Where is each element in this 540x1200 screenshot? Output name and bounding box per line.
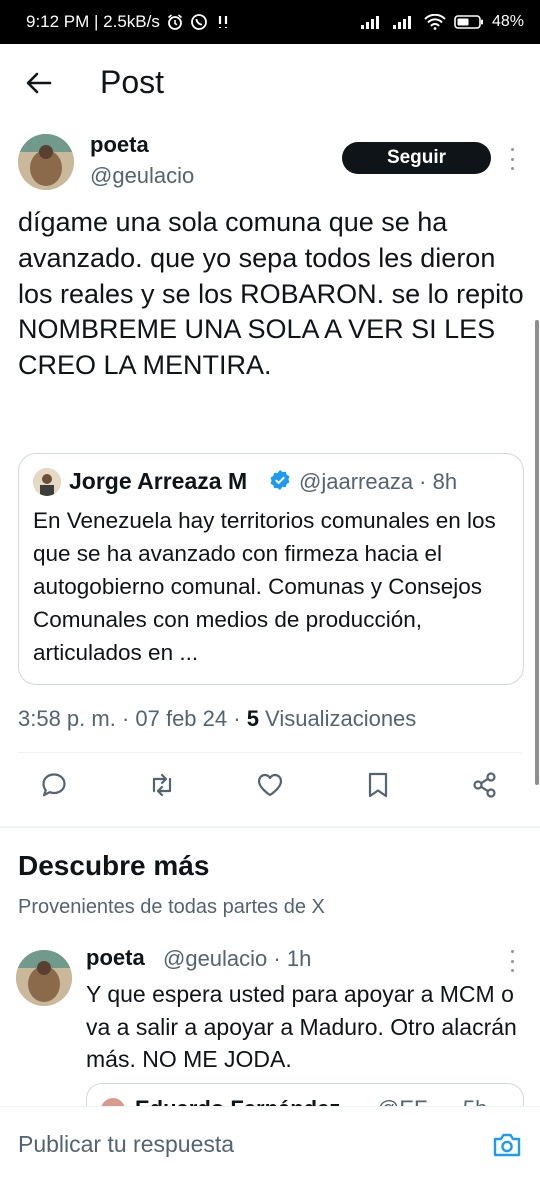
views-label: Visualizaciones — [258, 706, 417, 731]
wifi-icon — [424, 14, 446, 30]
action-bar — [0, 770, 540, 806]
whatsapp-icon — [190, 13, 208, 31]
alarm-icon — [166, 13, 184, 31]
status-bar: 9:12 PM | 2.5kB/s 48% — [0, 0, 540, 44]
section-divider — [0, 826, 540, 828]
quote-author-handle: @jaarreaza · 8h — [299, 469, 458, 494]
notification-icon — [214, 13, 232, 31]
quote-author-avatar — [33, 468, 61, 496]
quoted-post[interactable]: Jorge Arreaza M @jaarreaza · 8h En Venez… — [18, 453, 524, 685]
quote-text: En Venezuela hay territorios comunales e… — [33, 508, 496, 665]
scrollbar[interactable] — [535, 320, 539, 785]
reply-input[interactable]: Publicar tu respuesta — [18, 1131, 234, 1158]
back-arrow-icon[interactable] — [22, 66, 56, 100]
verified-badge-icon — [269, 469, 291, 496]
reply-composer[interactable]: Publicar tu respuesta — [0, 1106, 540, 1200]
repost-icon[interactable] — [147, 770, 177, 800]
reply-author-name[interactable]: poeta — [86, 945, 145, 971]
author-handle[interactable]: @geulacio — [90, 163, 194, 189]
discover-subtitle: Provenientes de todas partes de X — [18, 896, 325, 918]
page-title: Post — [100, 64, 165, 100]
author-avatar[interactable] — [18, 134, 74, 190]
bookmark-icon[interactable] — [363, 770, 393, 800]
like-icon[interactable] — [255, 770, 285, 800]
discover-title: Descubre más — [18, 850, 210, 881]
views-count: 5 — [246, 706, 259, 731]
reply-text: Y que espera usted para apoyar a MCM o v… — [86, 981, 517, 1072]
follow-button[interactable]: Seguir — [342, 142, 491, 174]
status-time: 9:12 PM | 2.5kB/s — [26, 12, 160, 31]
author-name[interactable]: poeta — [90, 132, 149, 158]
more-options-icon[interactable] — [508, 148, 516, 170]
post-text: dígame una sola comuna que se ha avanzad… — [18, 207, 524, 381]
signal-icon — [360, 14, 384, 30]
camera-icon[interactable] — [492, 1131, 522, 1159]
reply-author-avatar[interactable] — [16, 950, 72, 1006]
post-meta: 3:58 p. m. · 07 feb 24 · 5 Visualizacion… — [18, 706, 416, 732]
quote-author-name: Jorge Arreaza M — [69, 468, 248, 494]
reply-icon[interactable] — [39, 770, 69, 800]
battery-percent: 48% — [491, 13, 524, 30]
reply-author-handle[interactable]: @geulacio · 1h — [163, 946, 311, 972]
share-icon[interactable] — [470, 770, 500, 800]
battery-icon — [454, 14, 484, 30]
top-bar: Post — [0, 44, 540, 122]
post-timestamp: 3:58 p. m. · 07 feb 24 · — [18, 706, 247, 731]
reply-more-options-icon[interactable] — [508, 950, 516, 972]
signal-icon-2 — [392, 14, 416, 30]
divider — [18, 752, 522, 753]
